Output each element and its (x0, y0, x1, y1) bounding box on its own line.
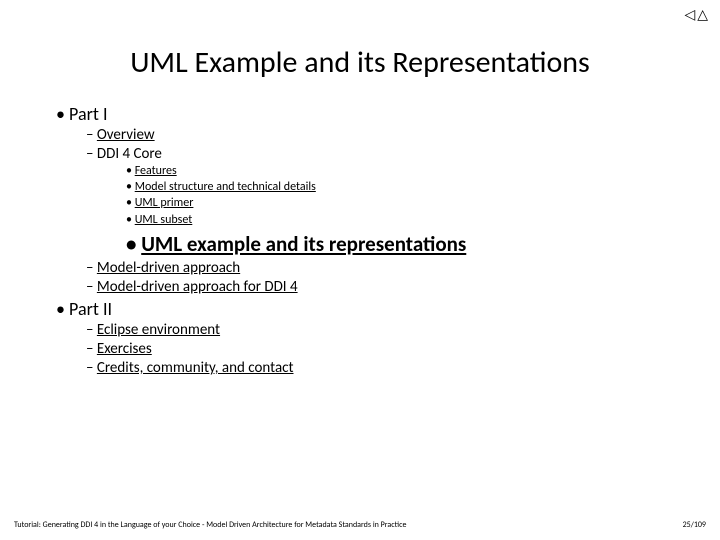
item-model-struct[interactable]: Model structure and technical details (126, 179, 682, 195)
link-mda-ddi4[interactable]: Model-driven approach for DDI 4 (97, 278, 298, 296)
item-uml-subset[interactable]: UML subset (126, 212, 682, 228)
link-current: UML example and its representations (141, 231, 466, 257)
page-number: 25/109 (683, 520, 706, 530)
slide-title: UML Example and its Representations (38, 44, 682, 81)
link-credits[interactable]: Credits, community, and contact (97, 359, 294, 377)
link-eclipse[interactable]: Eclipse environment (97, 321, 220, 339)
footer-text: Tutorial: Generating DDI 4 in the Langua… (14, 520, 406, 530)
link-uml-subset[interactable]: UML subset (135, 213, 193, 227)
slide-body: UML Example and its Representations Part… (0, 0, 720, 377)
outline-root: Part I Overview DDI 4 Core Features Mode… (38, 103, 682, 377)
item-credits[interactable]: Credits, community, and contact (86, 359, 682, 377)
part-2: Part II Eclipse environment Exercises Cr… (56, 298, 682, 377)
part-1: Part I Overview DDI 4 Core Features Mode… (56, 103, 682, 296)
item-features[interactable]: Features (126, 163, 682, 179)
link-overview[interactable]: Overview (97, 126, 155, 144)
item-exercises[interactable]: Exercises (86, 340, 682, 358)
slide-footer: Tutorial: Generating DDI 4 in the Langua… (14, 520, 706, 530)
part-2-items: Eclipse environment Exercises Credits, c… (56, 321, 682, 377)
nav-icons[interactable]: ◁△ (684, 6, 710, 23)
item-mda-ddi4[interactable]: Model-driven approach for DDI 4 (86, 278, 682, 296)
item-current: UML example and its representations (126, 230, 682, 258)
item-eclipse[interactable]: Eclipse environment (86, 321, 682, 339)
link-exercises[interactable]: Exercises (97, 340, 152, 358)
item-mda[interactable]: Model-driven approach (86, 259, 682, 277)
link-uml-primer[interactable]: UML primer (135, 196, 194, 210)
link-mda[interactable]: Model-driven approach (97, 259, 240, 277)
link-features[interactable]: Features (135, 164, 177, 178)
nav-prev-icon[interactable]: ◁ (684, 6, 697, 23)
link-model-struct[interactable]: Model structure and technical details (135, 180, 316, 194)
item-overview[interactable]: Overview (86, 126, 682, 144)
ddi4core-sub: Features Model structure and technical d… (86, 163, 682, 258)
nav-next-icon[interactable]: △ (697, 6, 710, 23)
part-1-items: Overview DDI 4 Core Features Model struc… (56, 126, 682, 296)
label-ddi4core: DDI 4 Core (97, 145, 162, 163)
item-uml-primer[interactable]: UML primer (126, 195, 682, 211)
part-2-label: Part II (69, 298, 112, 320)
part-1-label: Part I (69, 103, 107, 125)
item-ddi4core: DDI 4 Core Features Model structure and … (86, 145, 682, 258)
